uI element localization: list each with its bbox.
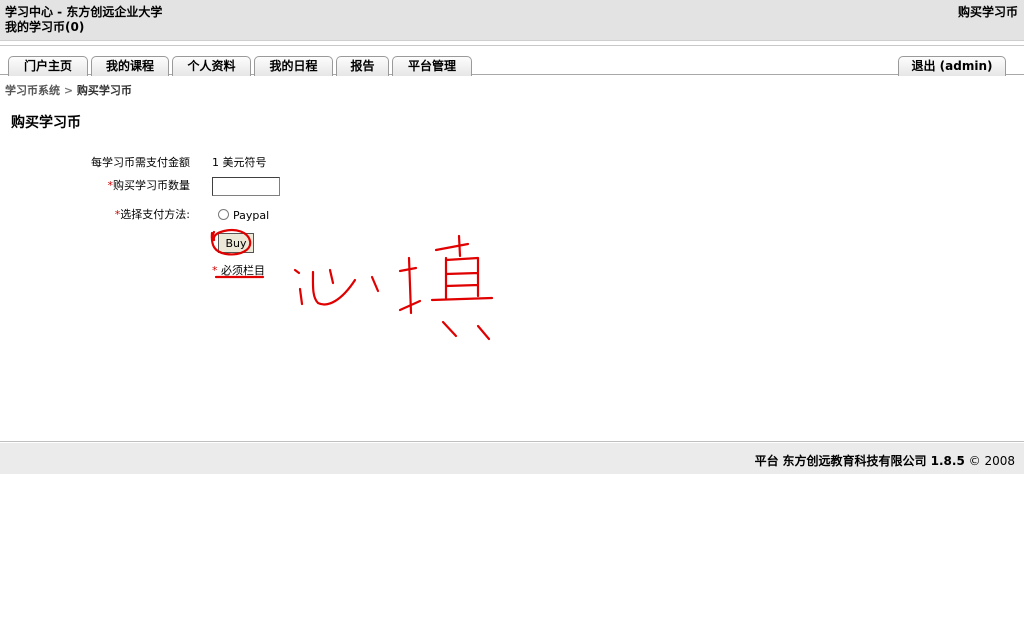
annotation-char-bi-dot2 — [328, 268, 335, 285]
paypal-radio[interactable] — [218, 209, 229, 220]
annotation-tick — [210, 230, 216, 239]
annotation-char-tian-foot1 — [441, 320, 458, 338]
tab-portal-home[interactable]: 门户主页 — [8, 56, 88, 76]
price-value: 1 美元符号 — [212, 156, 267, 169]
breadcrumb-coin-system[interactable]: 学习币系统 — [5, 84, 60, 97]
annotation-char-tian-foot2 — [476, 324, 491, 341]
annotation-char-bi-dot3 — [370, 275, 380, 293]
footer-copyright: © 2008 — [968, 454, 1015, 468]
required-mark: * — [212, 264, 218, 277]
footer-divider — [0, 441, 1024, 442]
page-title: 购买学习币 — [11, 115, 81, 131]
breadcrumb: 学习币系统 > 购买学习币 — [5, 82, 132, 98]
annotation-char-tian-base — [430, 296, 494, 302]
tab-my-agenda[interactable]: 我的日程 — [254, 56, 333, 76]
price-label: 每学习币需支付金额 — [91, 156, 190, 169]
tab-strip: 门户主页 我的课程 个人资料 我的日程 报告 平台管理 退出 (admin) — [0, 45, 1024, 76]
breadcrumb-current: 购买学习币 — [76, 84, 132, 97]
annotation-char-bi-hook — [311, 270, 357, 306]
annotation-char-tian-left — [398, 266, 418, 273]
quantity-label: *购买学习币数量 — [0, 177, 191, 193]
footer: 平台 东方创远教育科技有限公司 1.8.5 © 2008 — [0, 443, 1024, 474]
paypal-radio-label[interactable]: Paypal — [233, 209, 269, 222]
tab-logout[interactable]: 退出 (admin) — [898, 56, 1006, 76]
required-note: * 必须栏目 — [212, 262, 265, 278]
breadcrumb-separator: > — [63, 84, 74, 97]
footer-text: 平台 东方创远教育科技有限公司 1.8.5 © 2008 — [755, 452, 1015, 469]
top-header: 学习中心 - 东方创远企业大学 我的学习币(0) 购买学习币 — [0, 0, 1024, 41]
my-coins-link[interactable]: 我的学习币(0) — [5, 20, 84, 35]
handwritten-annotation — [210, 228, 494, 341]
payment-label: *选择支付方法: — [0, 206, 190, 222]
quantity-label-text: 购买学习币数量 — [113, 179, 190, 192]
buy-button[interactable]: Buy — [218, 233, 254, 253]
tab-reports[interactable]: 报告 — [336, 56, 389, 76]
footer-prefix: 平台 — [754, 454, 779, 468]
annotation-char-tian-box — [444, 256, 480, 300]
payment-label-text: 选择支付方法: — [120, 208, 190, 221]
tab-profile[interactable]: 个人资料 — [172, 56, 251, 76]
annotation-char-bi-dot1 — [298, 287, 304, 306]
annotation-char-bi-dot4 — [293, 268, 301, 275]
buy-coins-link[interactable]: 购买学习币 — [958, 5, 1018, 20]
site-title: 学习中心 - 东方创远企业大学 — [5, 5, 163, 19]
annotation-char-tian-lefth — [398, 299, 422, 312]
annotation-char-tian-leftv — [407, 256, 413, 315]
annotation-char-tian-topv — [457, 234, 462, 258]
footer-company-link[interactable]: 东方创远教育科技有限公司 1.8.5 — [782, 454, 964, 468]
required-note-text: 必须栏目 — [221, 264, 265, 277]
quantity-input[interactable] — [212, 177, 280, 196]
tab-my-courses[interactable]: 我的课程 — [91, 56, 169, 76]
annotation-char-tian-top — [434, 242, 470, 252]
tab-platform-admin[interactable]: 平台管理 — [392, 56, 472, 76]
